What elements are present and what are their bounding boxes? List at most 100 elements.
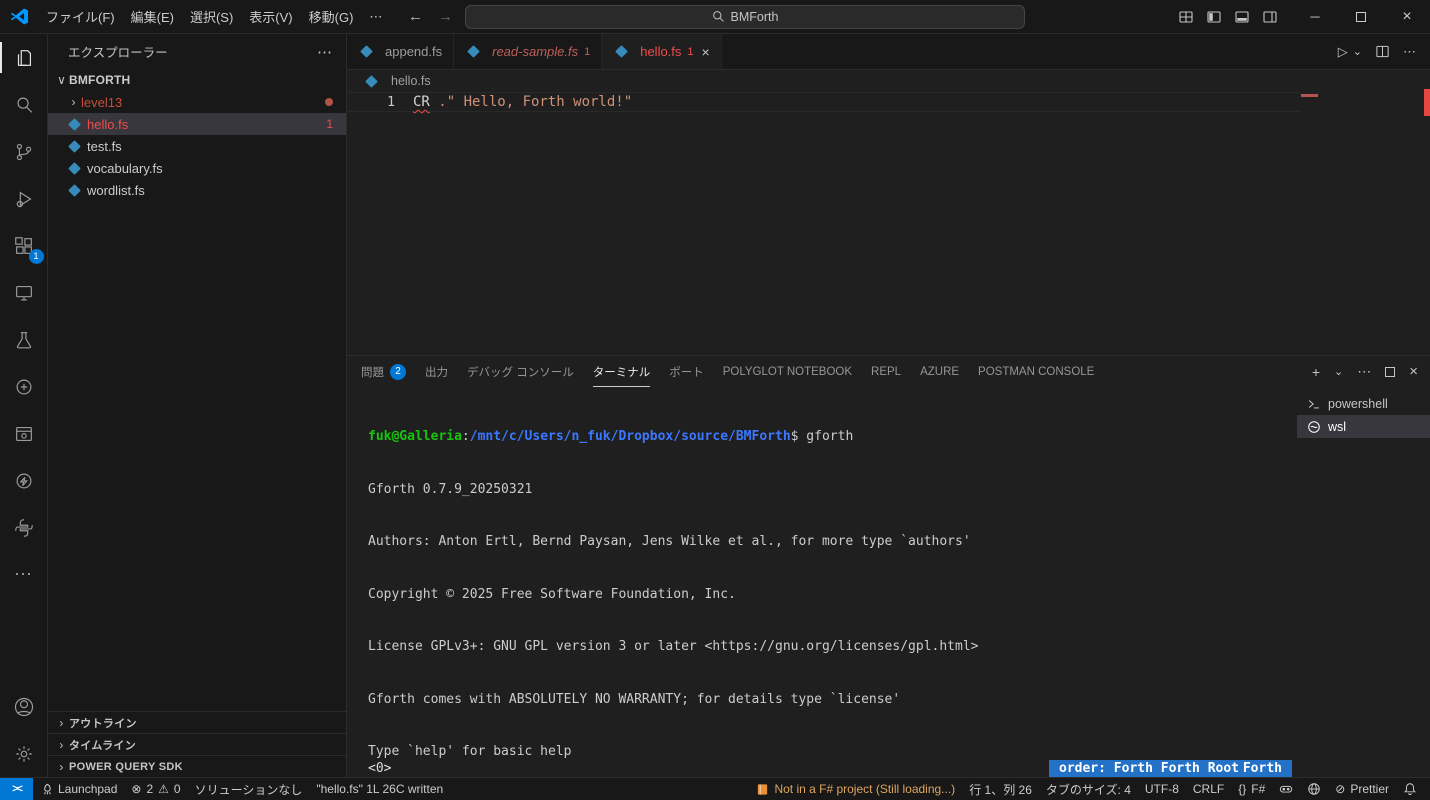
breadcrumb[interactable]: hello.fs [347, 70, 1430, 92]
tab-close-icon[interactable]: × [702, 44, 710, 60]
prettier-label: Prettier [1350, 782, 1389, 796]
panel-tab-polyglot-notebook[interactable]: POLYGLOT NOTEBOOK [723, 356, 852, 387]
customize-layout-icon[interactable] [1178, 9, 1194, 25]
activity-dotnet-interactive[interactable] [0, 363, 48, 410]
section-label: タイムライン [69, 739, 137, 752]
tree-item-wordlist-fs[interactable]: wordlist.fs [48, 179, 346, 201]
language-mode-item[interactable]: {} F# [1231, 778, 1272, 800]
cursor-position-item[interactable]: 行 1、列 26 [962, 778, 1039, 800]
activity-python[interactable] [0, 504, 48, 551]
activity-extensions[interactable]: 1 [0, 222, 48, 269]
editor-region: append.fs read-sample.fs 1 hello.fs 1 × … [347, 34, 1430, 800]
activity-remote-explorer[interactable] [0, 269, 48, 316]
terminal-prompt-line: fuk@Galleria:/mnt/c/Users/n_fuk/Dropbox/… [368, 428, 1297, 446]
section-outline[interactable]: › アウトライン [48, 711, 346, 733]
terminal-line: Type `help' for basic help [368, 744, 572, 759]
menu-file[interactable]: ファイル(F) [38, 4, 123, 29]
panel-tab-ports[interactable]: ポート [669, 356, 704, 387]
toggle-sidebar-icon[interactable] [1206, 9, 1222, 25]
maximize-panel-icon[interactable] [1385, 366, 1396, 377]
solution-item[interactable]: ソリューションなし [188, 778, 310, 800]
copilot-item[interactable] [1272, 778, 1300, 800]
split-editor-icon[interactable] [1375, 44, 1390, 59]
new-terminal-button[interactable]: + [1312, 364, 1320, 380]
menu-edit[interactable]: 編集(E) [123, 4, 182, 29]
close-button[interactable]: × [1384, 0, 1430, 34]
statusbar-right: Not in a F# project (Still loading...) 行… [749, 778, 1430, 800]
menu-selection[interactable]: 選択(S) [182, 4, 241, 29]
editor-more-icon[interactable]: ⋯ [1403, 44, 1416, 60]
tab-hello-fs[interactable]: hello.fs 1 × [602, 34, 722, 69]
tree-item-vocabulary-fs[interactable]: vocabulary.fs [48, 157, 346, 179]
tab-size-label: タブのサイズ: 4 [1045, 782, 1131, 797]
panel-tab-output[interactable]: 出力 [425, 356, 448, 387]
sidebar-more-icon[interactable]: ⋯ [317, 43, 332, 61]
menu-more-icon[interactable]: ⋯ [361, 6, 390, 28]
activity-sdk-tools[interactable] [0, 410, 48, 457]
panel-tab-debug-console[interactable]: デバッグ コンソール [467, 356, 574, 387]
file-label: vocabulary.fs [87, 160, 163, 176]
panel-tab-terminal[interactable]: ターミナル [593, 356, 651, 387]
panel-tab-repl[interactable]: REPL [871, 356, 901, 387]
launchpad-item[interactable]: Launchpad [33, 778, 124, 800]
minimize-button[interactable]: ─ [1292, 0, 1338, 34]
prompt-command: gforth [798, 429, 854, 444]
activity-source-control[interactable] [0, 128, 48, 175]
tree-item-level13[interactable]: › level13 [48, 91, 346, 113]
tree-item-hello-fs[interactable]: hello.fs 1 [48, 113, 346, 135]
forward-icon[interactable]: → [435, 8, 456, 25]
tab-label: append.fs [385, 44, 443, 59]
notifications-item[interactable] [1396, 778, 1424, 800]
sidebar-header: エクスプローラー ⋯ [48, 34, 346, 69]
section-power-query-sdk[interactable]: › POWER QUERY SDK [48, 755, 346, 777]
tab-append-fs[interactable]: append.fs [347, 34, 455, 69]
back-icon[interactable]: ← [405, 8, 426, 25]
close-panel-icon[interactable]: × [1409, 363, 1418, 380]
activity-more[interactable]: ⋯ [0, 551, 48, 598]
panel-tab-postman-console[interactable]: POSTMAN CONSOLE [978, 356, 1094, 387]
panel-tab-problems[interactable]: 問題 2 [361, 356, 406, 387]
globe-icon [1308, 783, 1320, 795]
activity-explorer[interactable] [0, 34, 48, 81]
fsharp-project-status[interactable]: Not in a F# project (Still loading...) [749, 778, 962, 800]
activity-run-debug[interactable] [0, 175, 48, 222]
tab-size-item[interactable]: タブのサイズ: 4 [1039, 778, 1138, 800]
terminal-item-powershell[interactable]: powershell [1297, 392, 1430, 415]
panel-body: fuk@Galleria:/mnt/c/Users/n_fuk/Dropbox/… [347, 387, 1430, 800]
eol-item[interactable]: CRLF [1186, 778, 1231, 800]
command-center-search[interactable]: BMForth [465, 4, 1025, 29]
remote-indicator[interactable]: >< [0, 778, 33, 800]
panel-more-icon[interactable]: ⋯ [1357, 363, 1371, 380]
menu-view[interactable]: 表示(V) [241, 4, 300, 29]
panel-tab-azure[interactable]: AZURE [920, 356, 959, 387]
globe-item[interactable] [1300, 778, 1328, 800]
terminal-viewport[interactable]: fuk@Galleria:/mnt/c/Users/n_fuk/Dropbox/… [347, 387, 1297, 800]
prettier-item[interactable]: ⊘ Prettier [1328, 778, 1396, 800]
problems-item[interactable]: ⊗ 2 ⚠ 0 [124, 778, 187, 800]
section-timeline[interactable]: › タイムライン [48, 733, 346, 755]
tab-read-sample-fs[interactable]: read-sample.fs 1 [454, 34, 603, 69]
tree-item-test-fs[interactable]: test.fs [48, 135, 346, 157]
terminal-item-wsl[interactable]: wsl [1297, 415, 1430, 438]
error-icon: ⊗ [131, 782, 142, 796]
terminal-dropdown-icon[interactable]: ⌄ [1334, 365, 1343, 378]
toggle-secondary-sidebar-icon[interactable] [1262, 9, 1278, 25]
prompt-colon: : [461, 429, 470, 444]
tree-root-bmforth[interactable]: ∨ BMFORTH [48, 69, 346, 91]
chevron-right-icon: › [59, 737, 64, 752]
terminal-line: Gforth 0.7.9_20250321 [368, 481, 533, 497]
code-editor[interactable]: 1 CR ." Hello, Forth world!" [347, 89, 1430, 355]
run-dropdown-icon[interactable]: ⌄ [1353, 45, 1362, 58]
maximize-button[interactable] [1338, 0, 1384, 34]
activity-thunder-client[interactable] [0, 457, 48, 504]
menu-go[interactable]: 移動(G) [301, 4, 362, 29]
file-label: wordlist.fs [87, 182, 145, 198]
run-file-button[interactable]: ▷ [1338, 44, 1348, 60]
settings-button[interactable] [0, 730, 48, 777]
encoding-item[interactable]: UTF-8 [1138, 778, 1186, 800]
account-button[interactable] [0, 683, 48, 730]
toggle-panel-icon[interactable] [1234, 9, 1250, 25]
activity-search[interactable] [0, 81, 48, 128]
activity-testing[interactable] [0, 316, 48, 363]
title-bar: ファイル(F) 編集(E) 選択(S) 表示(V) 移動(G) ⋯ ← → BM… [0, 0, 1430, 34]
